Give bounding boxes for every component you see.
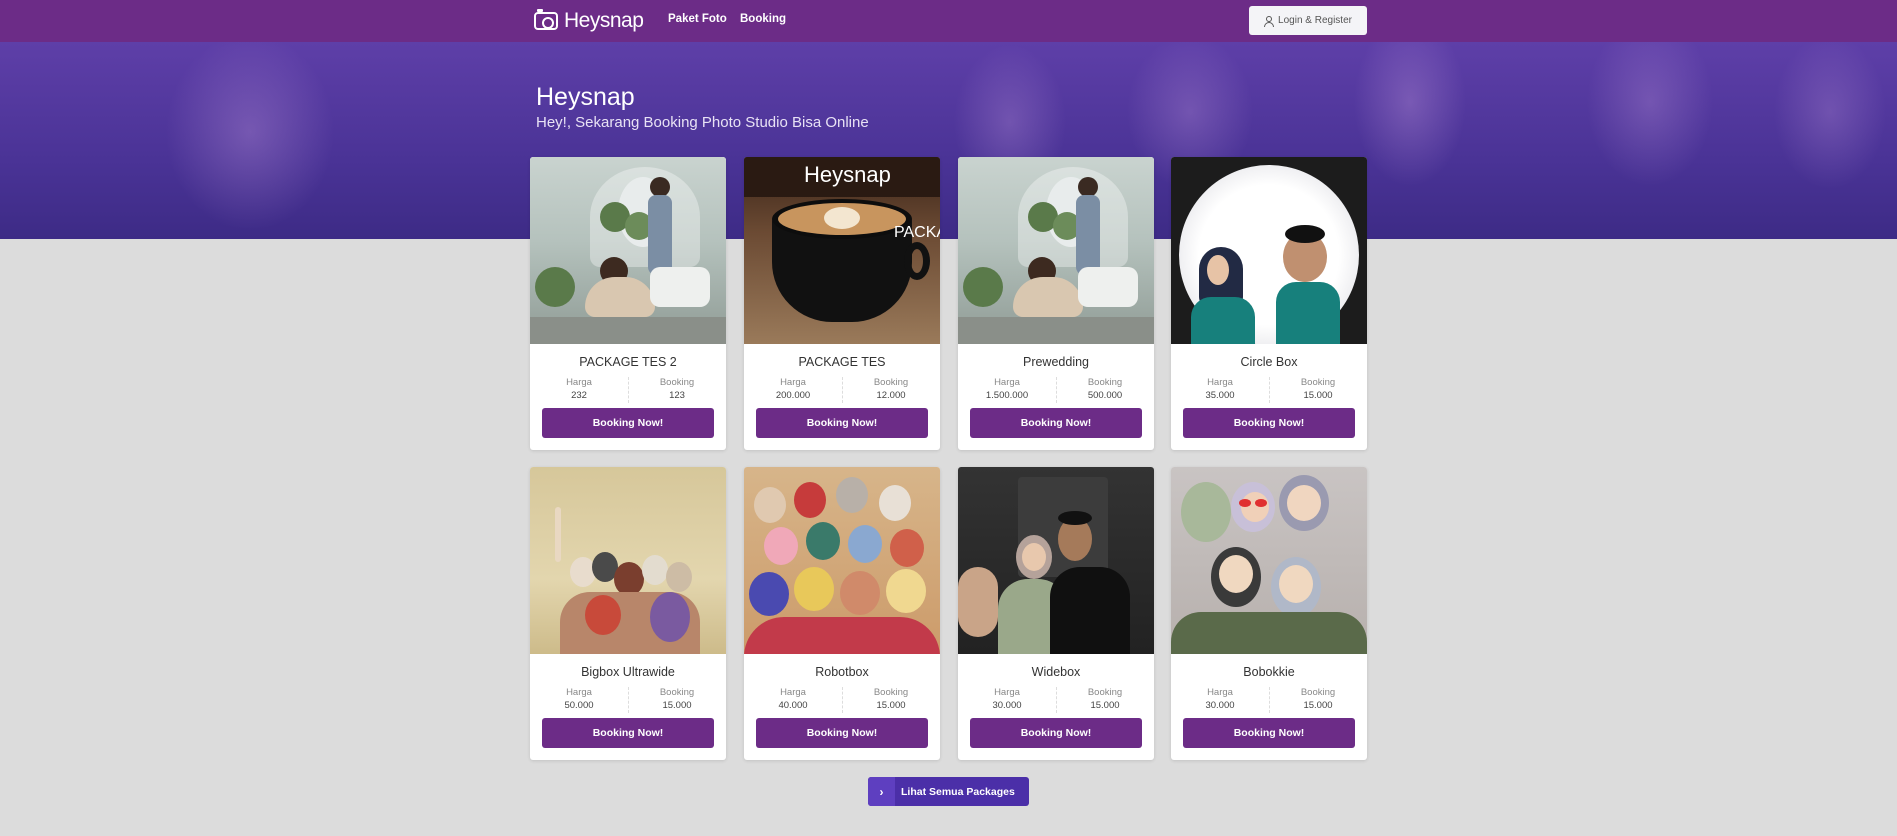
nav-link-booking[interactable]: Booking bbox=[740, 13, 786, 25]
price-stat: Harga 40.000 bbox=[744, 687, 842, 711]
booking-now-button[interactable]: Booking Now! bbox=[756, 408, 928, 438]
price-label: Harga bbox=[994, 377, 1020, 388]
price-stat: Harga 30.000 bbox=[1171, 687, 1269, 711]
booking-stat: Booking 15.000 bbox=[1269, 377, 1367, 401]
see-all-label: Lihat Semua Packages bbox=[901, 785, 1015, 798]
price-stat: Harga 232 bbox=[530, 377, 628, 401]
price-value: 30.000 bbox=[992, 700, 1022, 711]
hero-banner: Heysnap Hey!, Sekarang Booking Photo Stu… bbox=[0, 42, 1897, 239]
package-card: Circle Box Harga 35.000 Booking 15.000 B… bbox=[1171, 157, 1367, 450]
booking-now-button[interactable]: Booking Now! bbox=[542, 408, 714, 438]
package-card: Heysnap PACKA PACKAGE TES Harga 200.000 … bbox=[744, 157, 940, 450]
booking-value: 15.000 bbox=[876, 700, 906, 711]
booking-stat: Booking 123 bbox=[628, 377, 726, 401]
package-card: PACKAGE TES 2 Harga 232 Booking 123 Book… bbox=[530, 157, 726, 450]
package-card: Prewedding Harga 1.500.000 Booking 500.0… bbox=[958, 157, 1154, 450]
package-image bbox=[530, 467, 726, 654]
booking-stat: Booking 15.000 bbox=[628, 687, 726, 711]
price-label: Harga bbox=[1207, 687, 1233, 698]
package-card: Widebox Harga 30.000 Booking 15.000 Book… bbox=[958, 467, 1154, 760]
price-value: 50.000 bbox=[564, 700, 594, 711]
booking-label: Booking bbox=[659, 687, 695, 698]
package-title: PACKAGE TES bbox=[798, 355, 886, 369]
user-icon bbox=[1264, 15, 1275, 27]
price-stat: Harga 200.000 bbox=[744, 377, 842, 401]
image-watermark-2: PACKA bbox=[894, 224, 940, 241]
booking-now-button[interactable]: Booking Now! bbox=[756, 718, 928, 748]
booking-value: 15.000 bbox=[1303, 390, 1333, 401]
price-stat: Harga 30.000 bbox=[958, 687, 1056, 711]
hero-title: Heysnap bbox=[536, 83, 635, 111]
package-image: Heysnap PACKA bbox=[744, 157, 940, 344]
price-value: 35.000 bbox=[1205, 390, 1235, 401]
booking-now-button[interactable]: Booking Now! bbox=[1183, 408, 1355, 438]
booking-stat: Booking 15.000 bbox=[1269, 687, 1367, 711]
price-label: Harga bbox=[780, 687, 806, 698]
booking-now-button[interactable]: Booking Now! bbox=[542, 718, 714, 748]
login-register-button[interactable]: Login & Register bbox=[1249, 6, 1367, 35]
booking-now-button[interactable]: Booking Now! bbox=[1183, 718, 1355, 748]
booking-label: Booking bbox=[1087, 377, 1123, 388]
chevron-right-icon: › bbox=[868, 777, 895, 806]
see-all-packages-button[interactable]: › Lihat Semua Packages bbox=[868, 777, 1029, 806]
price-label: Harga bbox=[566, 687, 592, 698]
price-label: Harga bbox=[1207, 377, 1233, 388]
package-title: Bobokkie bbox=[1243, 665, 1295, 679]
package-image bbox=[744, 467, 940, 654]
camera-icon bbox=[534, 9, 558, 30]
price-value: 30.000 bbox=[1205, 700, 1235, 711]
package-card: Bigbox Ultrawide Harga 50.000 Booking 15… bbox=[530, 467, 726, 760]
price-value: 232 bbox=[571, 390, 587, 401]
booking-value: 500.000 bbox=[1087, 390, 1123, 401]
package-image bbox=[958, 467, 1154, 654]
price-label: Harga bbox=[566, 377, 592, 388]
booking-now-button[interactable]: Booking Now! bbox=[970, 408, 1142, 438]
booking-stat: Booking 15.000 bbox=[842, 687, 940, 711]
booking-value: 15.000 bbox=[662, 700, 692, 711]
booking-value: 123 bbox=[669, 390, 685, 401]
booking-value: 12.000 bbox=[876, 390, 906, 401]
price-stat: Harga 1.500.000 bbox=[958, 377, 1056, 401]
price-label: Harga bbox=[994, 687, 1020, 698]
booking-label: Booking bbox=[873, 377, 909, 388]
brand-name: Heysnap bbox=[564, 9, 644, 32]
booking-stat: Booking 15.000 bbox=[1056, 687, 1154, 711]
nav-link-paket-foto[interactable]: Paket Foto bbox=[668, 13, 727, 25]
booking-label: Booking bbox=[1300, 377, 1336, 388]
package-card: Bobokkie Harga 30.000 Booking 15.000 Boo… bbox=[1171, 467, 1367, 760]
booking-label: Booking bbox=[1300, 687, 1336, 698]
package-image bbox=[530, 157, 726, 344]
booking-label: Booking bbox=[873, 687, 909, 698]
package-image bbox=[1171, 157, 1367, 344]
price-value: 40.000 bbox=[778, 700, 808, 711]
booking-value: 15.000 bbox=[1090, 700, 1120, 711]
package-title: Circle Box bbox=[1240, 355, 1298, 369]
price-value: 1.500.000 bbox=[985, 390, 1029, 401]
package-title: PACKAGE TES 2 bbox=[579, 355, 677, 369]
brand-logo[interactable]: Heysnap bbox=[534, 8, 644, 34]
price-value: 200.000 bbox=[775, 390, 811, 401]
booking-now-button[interactable]: Booking Now! bbox=[970, 718, 1142, 748]
package-title: Prewedding bbox=[1022, 355, 1089, 369]
hero-subtitle: Hey!, Sekarang Booking Photo Studio Bisa… bbox=[536, 114, 869, 131]
booking-stat: Booking 500.000 bbox=[1056, 377, 1154, 401]
login-register-label: Login & Register bbox=[1278, 15, 1352, 26]
booking-stat: Booking 12.000 bbox=[842, 377, 940, 401]
image-watermark: Heysnap bbox=[804, 162, 891, 187]
package-image bbox=[958, 157, 1154, 344]
package-title: Widebox bbox=[1031, 665, 1081, 679]
booking-label: Booking bbox=[1087, 687, 1123, 698]
package-image bbox=[1171, 467, 1367, 654]
package-title: Bigbox Ultrawide bbox=[581, 665, 675, 679]
price-label: Harga bbox=[780, 377, 806, 388]
price-stat: Harga 50.000 bbox=[530, 687, 628, 711]
price-stat: Harga 35.000 bbox=[1171, 377, 1269, 401]
navbar: Heysnap Paket Foto Booking Login & Regis… bbox=[0, 0, 1897, 42]
booking-value: 15.000 bbox=[1303, 700, 1333, 711]
booking-label: Booking bbox=[659, 377, 695, 388]
navbar-container: Heysnap Paket Foto Booking Login & Regis… bbox=[534, 0, 1367, 42]
package-card: Robotbox Harga 40.000 Booking 15.000 Boo… bbox=[744, 467, 940, 760]
package-title: Robotbox bbox=[815, 665, 869, 679]
